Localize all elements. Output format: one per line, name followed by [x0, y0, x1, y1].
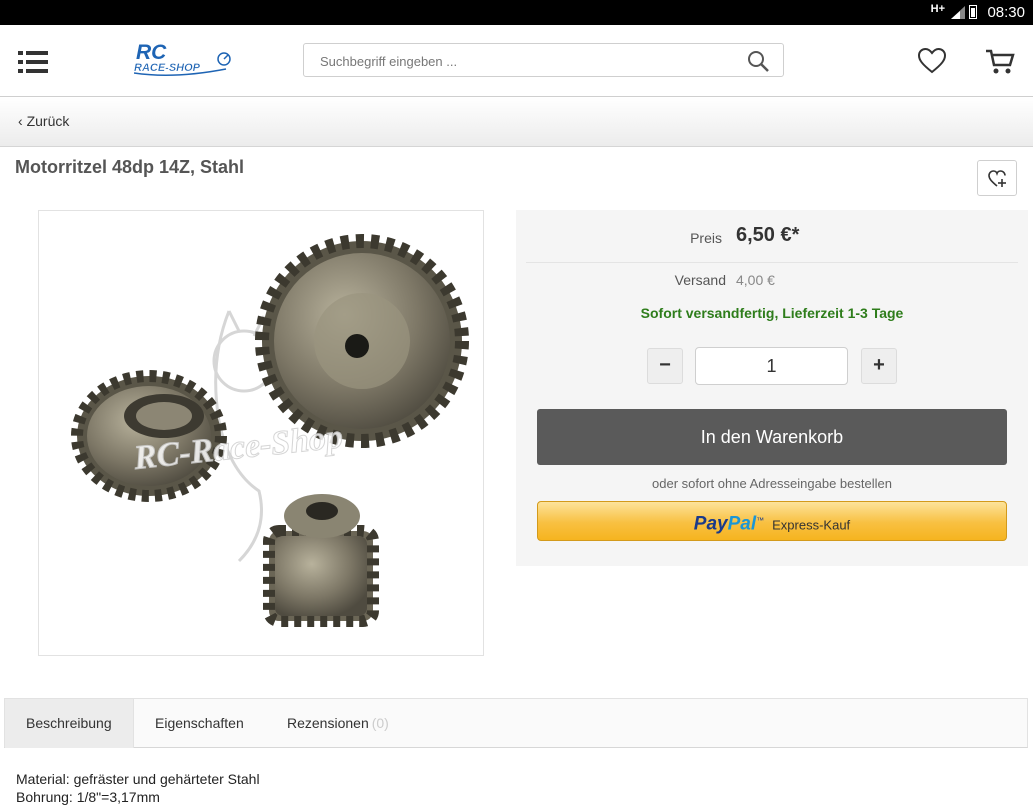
price-value: 6,50 €* — [736, 224, 800, 246]
shipping-label: Versand — [674, 272, 726, 288]
product-image[interactable]: RC-Race-Shop — [38, 210, 484, 656]
menu-icon — [18, 51, 48, 73]
heart-icon — [917, 47, 947, 74]
shop-logo[interactable]: RC RACE-SHOP — [134, 39, 232, 79]
logo-race-shop: RACE-SHOP — [134, 62, 201, 74]
tab-label: Beschreibung — [26, 715, 112, 731]
tab-label: Rezensionen — [287, 715, 369, 731]
large-gear — [255, 234, 469, 448]
tab-label: Eigenschaften — [155, 715, 244, 731]
add-to-cart-button[interactable]: In den Warenkorb — [537, 409, 1007, 465]
logo-rc: RC — [136, 41, 167, 64]
availability-text: Sofort versandfertig, Lieferzeit 1-3 Tag… — [640, 305, 904, 321]
network-type: H+ — [930, 3, 945, 15]
site-header: RC RACE-SHOP — [0, 25, 1033, 97]
quantity-decrease-button[interactable]: − — [647, 348, 683, 384]
description-line: Material: gefräster und gehärteter Stahl — [16, 771, 260, 787]
product-description: Material: gefräster und gehärteter Stahl… — [16, 770, 260, 806]
back-link[interactable]: ‹ Zurück — [18, 113, 69, 129]
paypal-express-button[interactable]: PayPal™ Express-Kauf — [537, 501, 1007, 541]
cart-icon — [986, 49, 1015, 74]
search-input[interactable] — [318, 44, 742, 78]
divider — [526, 262, 1018, 263]
paypal-logo-pay: Pay — [693, 513, 728, 535]
search-box — [303, 43, 784, 78]
paypal-express-label: Express-Kauf — [772, 517, 851, 533]
system-status-bar: H+ 08:30 — [0, 0, 1033, 25]
tab-rezensionen[interactable]: Rezensionen (0) — [266, 699, 410, 748]
chevron-left-icon: ‹ — [18, 113, 27, 129]
product-tabs: Beschreibung Eigenschaften Rezensionen (0… — [4, 698, 1028, 748]
back-label: Zurück — [26, 113, 70, 129]
price-label: Preis — [690, 230, 722, 246]
search-icon[interactable] — [747, 50, 769, 72]
paypal-trademark: ™ — [756, 516, 765, 525]
paypal-logo-pal: Pal — [727, 513, 757, 535]
quantity-input[interactable] — [695, 347, 848, 385]
quantity-increase-button[interactable]: + — [861, 348, 897, 384]
cart-button[interactable] — [985, 49, 1015, 80]
battery-icon — [969, 5, 977, 19]
product-title: Motorritzel 48dp 14Z, Stahl — [15, 157, 245, 177]
buy-box: Preis 6,50 €* Versand 4,00 € Sofort vers… — [516, 210, 1028, 566]
small-pinion — [263, 494, 379, 627]
shipping-value: 4,00 € — [736, 272, 775, 288]
heart-plus-icon — [988, 170, 1006, 187]
breadcrumb-bar: ‹ Zurück — [0, 97, 1033, 147]
tab-eigenschaften[interactable]: Eigenschaften — [134, 699, 265, 748]
clock: 08:30 — [987, 4, 1025, 21]
menu-button[interactable] — [18, 51, 48, 73]
tab-beschreibung[interactable]: Beschreibung — [5, 699, 134, 748]
express-checkout-hint: oder sofort ohne Adresseingabe bestellen — [652, 476, 892, 491]
review-count: (0) — [371, 715, 389, 731]
add-to-wishlist-button[interactable] — [977, 160, 1017, 196]
wishlist-button[interactable] — [917, 47, 947, 79]
signal-icon — [951, 6, 965, 19]
description-line: Bohrung: 1/8"=3,17mm — [16, 789, 160, 805]
